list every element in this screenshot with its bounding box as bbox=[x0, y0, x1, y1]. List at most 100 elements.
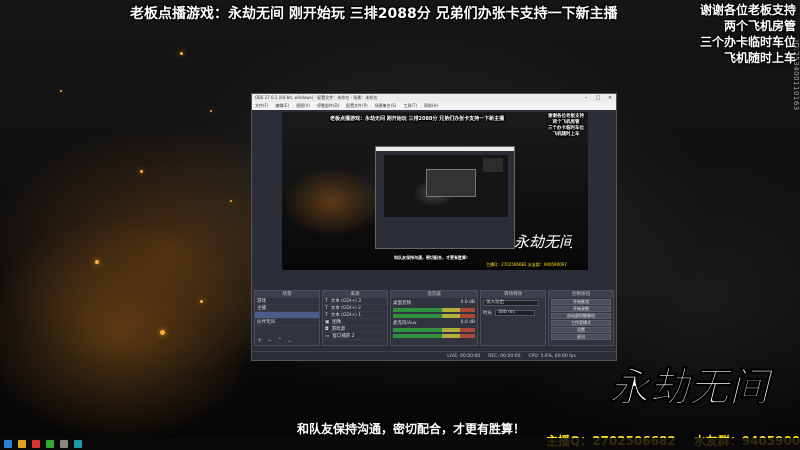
menu-help[interactable]: 帮助(H) bbox=[424, 103, 438, 109]
source-label: 窗口捕获 2 bbox=[332, 333, 355, 339]
nested-side-notes bbox=[483, 158, 503, 172]
transition-type-field[interactable]: 淡入淡出 bbox=[481, 298, 545, 308]
source-label: 文本 (GDI+) 3 bbox=[330, 298, 362, 304]
obs-preview[interactable]: 老板点播游戏：永劫无间 刚开始玩 三排2088分 兄弟们办张卡支持一下新主播 谢… bbox=[282, 112, 588, 270]
preview-side-line: 飞机随时上车 bbox=[552, 132, 580, 137]
remove-icon[interactable]: − bbox=[267, 337, 272, 344]
source-label: 文本 (GDI+) 2 bbox=[330, 305, 362, 311]
side-note-line: 三个办卡临时车位 bbox=[699, 35, 796, 49]
ember-particle bbox=[60, 90, 62, 92]
mixer-channel-name: 桌面音频 0.0 dB bbox=[391, 300, 477, 306]
side-note-line: 两个飞机房管 bbox=[723, 19, 796, 33]
channel-level: 0.0 dB bbox=[460, 300, 475, 305]
rec-status: REC: 00:00:00 bbox=[488, 353, 521, 359]
maximize-icon[interactable]: □ bbox=[592, 95, 604, 101]
volume-meter bbox=[393, 308, 475, 312]
bottom-subtitle: 和队友保持沟通，密切配合，才更有胜算！ bbox=[297, 422, 526, 436]
preview-logo-text: 永劫无间 bbox=[514, 233, 572, 251]
ember-particle bbox=[210, 110, 212, 112]
scene-item[interactable]: 主播 bbox=[255, 305, 319, 312]
scenes-dock: 场景 游戏 主播 伙伴无间 + − ⌃ ⌄ bbox=[254, 290, 320, 346]
source-label: 文本 (GDI+) 1 bbox=[330, 312, 362, 318]
obs-titlebar[interactable]: OBS 27.0.1 (64-bit, windows) - 配置文件：未命名 … bbox=[252, 94, 616, 102]
volume-slider[interactable] bbox=[393, 334, 475, 338]
source-label: 图像 bbox=[332, 319, 342, 325]
text-source-icon: T bbox=[325, 305, 328, 311]
menu-profile[interactable]: 配置文件(P) bbox=[346, 103, 368, 109]
transitions-dock: 转场特效 淡入淡出 时长 300 ms bbox=[480, 290, 546, 346]
close-icon[interactable]: × bbox=[604, 95, 616, 101]
channel-level: 0.0 dB bbox=[460, 320, 475, 325]
preview-subtitle: 和队友保持沟通，密切配合，才更有胜算！ bbox=[394, 255, 470, 260]
duration-input[interactable]: 300 ms bbox=[495, 310, 535, 316]
obs-docks: 场景 游戏 主播 伙伴无间 + − ⌃ ⌄ 来源 T 文本 (GDI+) 3 T 文本 (… bbox=[252, 290, 616, 346]
duration-label: 时长 bbox=[483, 311, 492, 316]
taskbar bbox=[0, 438, 800, 450]
preview-banner: 老板点播游戏：永劫无间 刚开始玩 三排2088分 兄弟们办张卡支持一下新主播 bbox=[330, 116, 505, 122]
ember-particle bbox=[200, 300, 203, 303]
transition-type-select[interactable]: 淡入淡出 bbox=[483, 300, 539, 306]
menu-docks[interactable]: 停靠部件(D) bbox=[317, 103, 339, 109]
exit-button[interactable]: 退出 bbox=[551, 334, 611, 340]
game-logo: 永劫无间 bbox=[609, 364, 776, 412]
source-label: 游戏源 bbox=[331, 326, 346, 332]
menu-tools[interactable]: 工具(T) bbox=[403, 103, 417, 109]
ember-particle bbox=[230, 200, 232, 202]
ember-particle bbox=[140, 170, 143, 173]
start-icon[interactable] bbox=[4, 440, 12, 448]
controls-dock: 控制按钮 开始推流 开始录制 启动虚拟摄像机 工作室模式 设置 退出 bbox=[548, 290, 614, 346]
image-source-icon: ▣ bbox=[325, 319, 330, 325]
down-icon[interactable]: ⌄ bbox=[287, 337, 292, 344]
mixer-dock: 混音器 桌面音频 0.0 dB 麦克风/Aux 0.0 dB bbox=[390, 290, 478, 346]
obs-statusbar: LIVE: 00:00:00 REC: 00:00:00 CPU: 5.6%, … bbox=[252, 351, 616, 360]
volume-slider[interactable] bbox=[393, 314, 475, 318]
volume-meter bbox=[393, 328, 475, 332]
channel-name: 桌面音频 bbox=[393, 301, 411, 306]
side-notes: 谢谢各位老板支持 两个飞机房管 三个办卡临时车位 飞机随时上车 bbox=[700, 2, 796, 66]
app-icon[interactable] bbox=[74, 440, 82, 448]
up-icon[interactable]: ⌃ bbox=[277, 337, 282, 344]
live-status: LIVE: 00:00:00 bbox=[447, 353, 481, 359]
cpu-status: CPU: 5.6%, 60.00 fps bbox=[528, 353, 577, 359]
mixer-channel-name: 麦克风/Aux 0.0 dB bbox=[391, 320, 477, 326]
transition-duration-field: 时长 300 ms bbox=[481, 308, 545, 318]
minimize-icon[interactable]: – bbox=[580, 95, 592, 101]
menu-edit[interactable]: 编辑(E) bbox=[275, 103, 289, 109]
ember-particle bbox=[95, 260, 99, 264]
transitions-title: 转场特效 bbox=[481, 291, 545, 298]
app-icon[interactable] bbox=[46, 440, 54, 448]
obs-taskbar-icon[interactable] bbox=[60, 440, 68, 448]
start-recording-button[interactable]: 开始录制 bbox=[551, 306, 611, 312]
sources-dock: 来源 T 文本 (GDI+) 3 T 文本 (GDI+) 2 T 文本 (GDI+) … bbox=[322, 290, 388, 346]
studio-mode-button[interactable]: 工作室模式 bbox=[551, 320, 611, 326]
game-source-icon: ◘ bbox=[325, 326, 329, 332]
preview-side-notes: 谢谢各位老板支持 两个飞机房管 三个办卡临时车位 飞机随时上车 bbox=[548, 114, 584, 138]
text-source-icon: T bbox=[325, 298, 328, 304]
nested-titlebar bbox=[376, 147, 514, 151]
add-icon[interactable]: + bbox=[257, 337, 262, 344]
window-source-icon: ▭ bbox=[325, 333, 330, 339]
settings-button[interactable]: 设置 bbox=[551, 327, 611, 333]
start-streaming-button[interactable]: 开始推流 bbox=[551, 299, 611, 305]
room-id: ID:253400110163 bbox=[792, 40, 800, 111]
side-note-line: 谢谢各位老板支持 bbox=[699, 3, 796, 17]
obs-window[interactable]: OBS 27.0.1 (64-bit, windows) - 配置文件：未命名 … bbox=[251, 93, 617, 361]
controls-title: 控制按钮 bbox=[549, 291, 613, 298]
menu-view[interactable]: 视图(V) bbox=[296, 103, 310, 109]
top-banner: 老板点播游戏：永劫无间 刚开始玩 三排2088分 兄弟们办张卡支持一下新主播 bbox=[130, 6, 618, 22]
preview-contact: 主播Q：2702506682 水友群：940590097 bbox=[486, 262, 567, 267]
obs-title: OBS 27.0.1 (64-bit, windows) - 配置文件：未命名 … bbox=[255, 95, 378, 100]
obs-menubar: 文件(F) 编辑(E) 视图(V) 停靠部件(D) 配置文件(P) 场景集合(S… bbox=[252, 102, 616, 110]
scene-item[interactable]: 伙伴无间 bbox=[255, 319, 319, 326]
channel-name: 麦克风/Aux bbox=[393, 321, 417, 326]
nested-obs-window bbox=[375, 146, 515, 249]
menu-scene-collection[interactable]: 场景集合(S) bbox=[375, 103, 397, 109]
nested-preview bbox=[384, 155, 508, 217]
menu-file[interactable]: 文件(F) bbox=[255, 103, 268, 109]
virtual-camera-button[interactable]: 启动虚拟摄像机 bbox=[551, 313, 611, 319]
ember-particle bbox=[180, 52, 183, 55]
source-item[interactable]: ▭ 窗口捕获 2 bbox=[323, 333, 387, 340]
folder-icon[interactable] bbox=[18, 440, 26, 448]
app-icon[interactable] bbox=[32, 440, 40, 448]
game-logo-text: 永劫无间 bbox=[609, 364, 775, 411]
